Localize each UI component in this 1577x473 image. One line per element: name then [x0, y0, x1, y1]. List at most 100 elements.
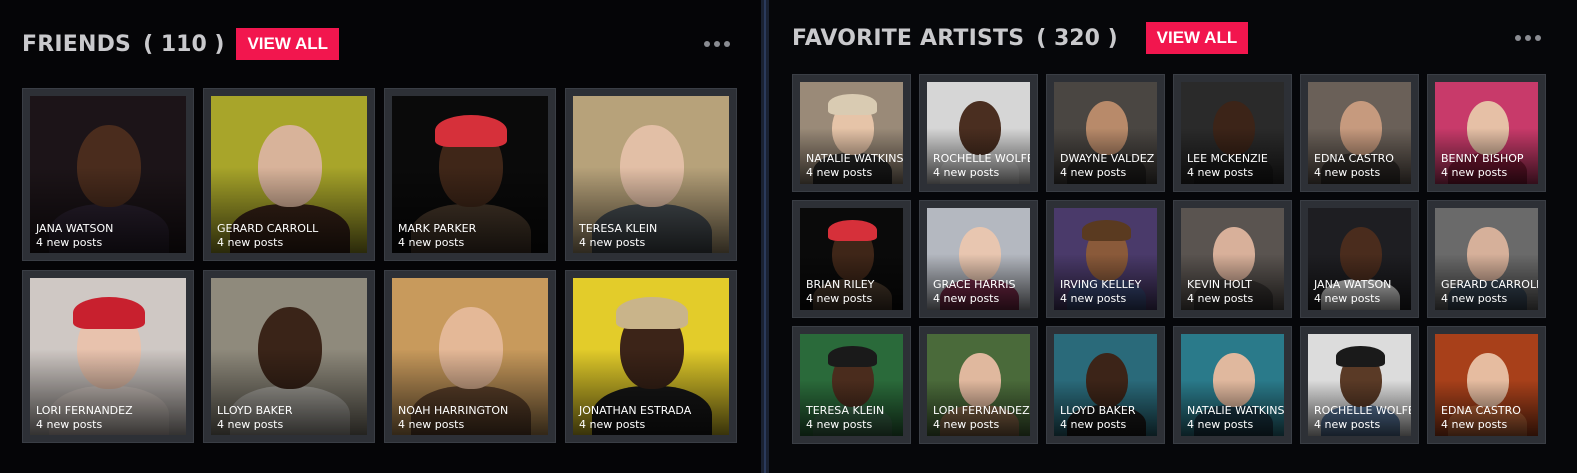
profile-card[interactable]: LLOYD BAKER 4 new posts — [1046, 326, 1165, 444]
profile-photo: NATALIE WATKINS 4 new posts — [800, 82, 903, 184]
profile-post-count: 4 new posts — [579, 418, 646, 431]
person-head — [1085, 352, 1128, 407]
profile-post-count: 4 new posts — [933, 166, 1000, 179]
profile-photo: NOAH HARRINGTON 4 new posts — [392, 278, 548, 435]
profile-name: LLOYD BAKER — [1060, 404, 1136, 417]
profile-name: EDNA CASTRO — [1441, 404, 1521, 417]
profile-name: TERESA KLEIN — [806, 404, 885, 417]
person-hat — [72, 297, 146, 329]
profile-card[interactable]: GRACE HARRIS 4 new posts — [919, 200, 1038, 318]
profile-post-count: 4 new posts — [933, 292, 1000, 305]
profile-name: NOAH HARRINGTON — [398, 404, 509, 417]
profile-photo: JONATHAN ESTRADA 4 new posts — [573, 278, 729, 435]
person-head — [1466, 100, 1509, 155]
profile-post-count: 4 new posts — [579, 236, 646, 249]
person-hat — [1082, 220, 1131, 242]
profile-photo: ROCHELLE WOLFE 4 new posts — [927, 82, 1030, 184]
artists-header: FAVORITE ARTISTS ( 320 ) VIEW ALL — [792, 22, 1249, 54]
profile-post-count: 4 new posts — [1441, 418, 1508, 431]
friends-more-options-icon[interactable] — [704, 41, 730, 47]
friends-view-all-button[interactable]: VIEW ALL — [236, 28, 340, 60]
profile-photo: LEE MCKENZIE 4 new posts — [1181, 82, 1284, 184]
profile-card[interactable]: EDNA CASTRO 4 new posts — [1300, 74, 1419, 192]
profile-photo: JANA WATSON 4 new posts — [30, 96, 186, 253]
profile-card[interactable]: ROCHELLE WOLFE 4 new posts — [1300, 326, 1419, 444]
profile-post-count: 4 new posts — [1187, 418, 1254, 431]
profile-card[interactable]: NATALIE WATKINS 4 new posts — [1173, 326, 1292, 444]
person-head — [1466, 226, 1509, 281]
profile-card[interactable]: TERESA KLEIN 4 new posts — [565, 88, 737, 261]
profile-photo: EDNA CASTRO 4 new posts — [1435, 334, 1538, 436]
profile-name: LORI FERNANDEZ — [36, 404, 133, 417]
profile-card[interactable]: IRVING KELLEY 4 new posts — [1046, 200, 1165, 318]
profile-card[interactable]: KEVIN HOLT 4 new posts — [1173, 200, 1292, 318]
profile-post-count: 4 new posts — [36, 236, 103, 249]
profile-name: EDNA CASTRO — [1314, 152, 1394, 165]
profile-photo: NATALIE WATKINS 4 new posts — [1181, 334, 1284, 436]
friends-panel: FRIENDS ( 110 ) VIEW ALL JANA WATSON 4 ne… — [0, 0, 761, 473]
profile-card[interactable]: TERESA KLEIN 4 new posts — [792, 326, 911, 444]
person-hat — [434, 115, 508, 147]
profile-photo: DWAYNE VALDEZ 4 new posts — [1054, 82, 1157, 184]
profile-card[interactable]: EDNA CASTRO 4 new posts — [1427, 326, 1546, 444]
profile-name: LLOYD BAKER — [217, 404, 293, 417]
profile-post-count: 4 new posts — [398, 418, 465, 431]
profile-card[interactable]: GERARD CARROLL 4 new posts — [203, 88, 375, 261]
profile-card[interactable]: LORI FERNANDEZ 4 new posts — [22, 270, 194, 443]
profile-photo: LORI FERNANDEZ 4 new posts — [927, 334, 1030, 436]
profile-post-count: 4 new posts — [1187, 166, 1254, 179]
profile-photo: LLOYD BAKER 4 new posts — [211, 278, 367, 435]
profile-card[interactable]: DWAYNE VALDEZ 4 new posts — [1046, 74, 1165, 192]
profile-name: NATALIE WATKINS — [806, 152, 903, 165]
profile-post-count: 4 new posts — [1060, 292, 1127, 305]
profile-name: JANA WATSON — [1314, 278, 1392, 291]
profile-post-count: 4 new posts — [1060, 166, 1127, 179]
person-hat — [1336, 346, 1385, 368]
profile-card[interactable]: GERARD CARROLL 4 new posts — [1427, 200, 1546, 318]
artists-count: ( 320 ) — [1036, 25, 1118, 51]
profile-name: GERARD CARROLL — [1441, 278, 1538, 291]
profile-post-count: 4 new posts — [36, 418, 103, 431]
profile-photo: LORI FERNANDEZ 4 new posts — [30, 278, 186, 435]
profile-name: BENNY BISHOP — [1441, 152, 1524, 165]
profile-post-count: 4 new posts — [1314, 292, 1381, 305]
artists-more-options-icon[interactable] — [1515, 35, 1541, 41]
profile-name: ROCHELLE WOLFE — [1314, 404, 1411, 417]
profile-card[interactable]: LORI FERNANDEZ 4 new posts — [919, 326, 1038, 444]
profile-name: IRVING KELLEY — [1060, 278, 1142, 291]
profile-photo: JANA WATSON 4 new posts — [1308, 208, 1411, 310]
friends-title: FRIENDS — [22, 31, 132, 57]
person-head — [258, 306, 322, 390]
person-head — [1212, 100, 1255, 155]
person-head — [1212, 226, 1255, 281]
person-head — [1339, 100, 1382, 155]
profile-photo: IRVING KELLEY 4 new posts — [1054, 208, 1157, 310]
profile-name: LEE MCKENZIE — [1187, 152, 1268, 165]
profile-post-count: 4 new posts — [1060, 418, 1127, 431]
profile-card[interactable]: NATALIE WATKINS 4 new posts — [792, 74, 911, 192]
profile-card[interactable]: BRIAN RILEY 4 new posts — [792, 200, 911, 318]
profile-photo: BENNY BISHOP 4 new posts — [1435, 82, 1538, 184]
artists-panel: FAVORITE ARTISTS ( 320 ) VIEW ALL NATALI… — [769, 0, 1577, 473]
person-head — [77, 124, 141, 208]
person-hat — [828, 220, 877, 242]
profile-card[interactable]: NOAH HARRINGTON 4 new posts — [384, 270, 556, 443]
profile-card[interactable]: JANA WATSON 4 new posts — [22, 88, 194, 261]
profile-photo: BRIAN RILEY 4 new posts — [800, 208, 903, 310]
artists-view-all-button[interactable]: VIEW ALL — [1145, 22, 1249, 54]
profile-card[interactable]: JONATHAN ESTRADA 4 new posts — [565, 270, 737, 443]
profile-card[interactable]: MARK PARKER 4 new posts — [384, 88, 556, 261]
profile-photo: ROCHELLE WOLFE 4 new posts — [1308, 334, 1411, 436]
panel-divider — [761, 0, 769, 473]
profile-post-count: 4 new posts — [1314, 166, 1381, 179]
profile-post-count: 4 new posts — [806, 418, 873, 431]
profile-post-count: 4 new posts — [217, 236, 284, 249]
profile-card[interactable]: JANA WATSON 4 new posts — [1300, 200, 1419, 318]
profile-card[interactable]: ROCHELLE WOLFE 4 new posts — [919, 74, 1038, 192]
profile-card[interactable]: LLOYD BAKER 4 new posts — [203, 270, 375, 443]
profile-card[interactable]: LEE MCKENZIE 4 new posts — [1173, 74, 1292, 192]
profile-post-count: 4 new posts — [217, 418, 284, 431]
person-head — [958, 100, 1001, 155]
profile-photo: MARK PARKER 4 new posts — [392, 96, 548, 253]
profile-card[interactable]: BENNY BISHOP 4 new posts — [1427, 74, 1546, 192]
